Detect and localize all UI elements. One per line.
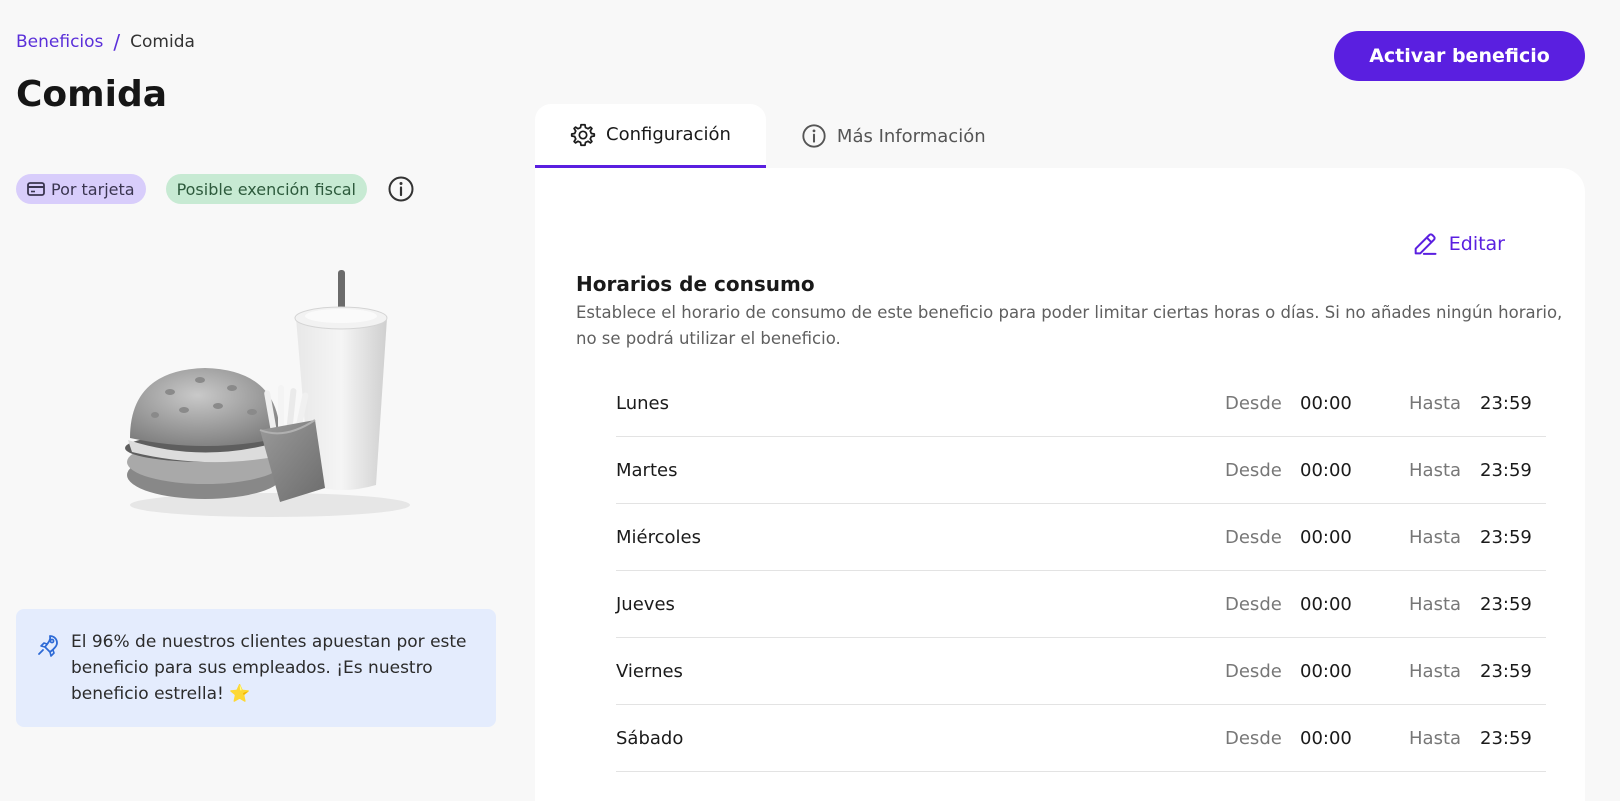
to-label: Hasta: [1409, 392, 1462, 414]
tab-configuracion-label: Configuración: [606, 124, 731, 145]
rocket-icon: [38, 635, 58, 657]
section-title: Horarios de consumo: [576, 272, 815, 296]
tab-mas-informacion[interactable]: Más Información: [766, 104, 1021, 168]
edit-button-label: Editar: [1448, 233, 1505, 255]
from-time: 00:00: [1300, 526, 1352, 548]
to-label: Hasta: [1409, 660, 1462, 682]
from-time: 00:00: [1300, 593, 1352, 615]
food-illustration: [125, 270, 410, 517]
info-icon: [802, 124, 826, 148]
breadcrumb-link-beneficios[interactable]: Beneficios: [16, 32, 103, 52]
from-time: 00:00: [1300, 392, 1352, 414]
tab-configuracion[interactable]: Configuración: [535, 104, 766, 168]
from-time: 00:00: [1300, 727, 1352, 749]
to-time: 23:59: [1480, 593, 1532, 615]
day-label: Martes: [616, 459, 678, 481]
tabs: Configuración Más Información: [535, 104, 1021, 168]
breadcrumb-current: Comida: [130, 32, 195, 52]
from-label: Desde: [1225, 459, 1282, 481]
activate-benefit-button[interactable]: Activar beneficio: [1334, 31, 1585, 81]
configuration-panel: Editar Horarios de consumo Establece el …: [535, 168, 1585, 801]
schedule-list: Lunes Desde 00:00 Hasta 23:59 Martes Des…: [616, 370, 1546, 772]
breadcrumb-separator: /: [113, 30, 121, 54]
breadcrumb: Beneficios / Comida: [16, 30, 195, 54]
day-label: Lunes: [616, 392, 669, 414]
from-label: Desde: [1225, 593, 1282, 615]
pencil-icon: [1414, 233, 1437, 255]
to-label: Hasta: [1409, 727, 1462, 749]
to-time: 23:59: [1480, 459, 1532, 481]
schedule-row: Jueves Desde 00:00 Hasta 23:59: [616, 571, 1546, 638]
schedule-row: Sábado Desde 00:00 Hasta 23:59: [616, 705, 1546, 772]
from-label: Desde: [1225, 392, 1282, 414]
tag-fiscal-label: Posible exención fiscal: [176, 179, 356, 199]
to-time: 23:59: [1480, 526, 1532, 548]
from-label: Desde: [1225, 660, 1282, 682]
from-label: Desde: [1225, 727, 1282, 749]
edit-button[interactable]: Editar: [1411, 230, 1505, 258]
schedule-row: Viernes Desde 00:00 Hasta 23:59: [616, 638, 1546, 705]
tags-row: Por tarjeta Posible exención fiscal: [16, 174, 415, 204]
from-label: Desde: [1225, 526, 1282, 548]
tip-text: El 96% de nuestros clientes apuestan por…: [71, 632, 467, 704]
schedule-row: Lunes Desde 00:00 Hasta 23:59: [616, 370, 1546, 437]
day-label: Sábado: [616, 727, 684, 749]
day-label: Viernes: [616, 660, 683, 682]
to-label: Hasta: [1409, 459, 1462, 481]
tag-card-label: Por tarjeta: [51, 179, 135, 199]
to-label: Hasta: [1409, 526, 1462, 548]
tag-card: Por tarjeta: [16, 174, 146, 204]
section-description: Establece el horario de consumo de este …: [576, 303, 1563, 348]
schedule-row: Miércoles Desde 00:00 Hasta 23:59: [616, 504, 1546, 571]
gear-icon: [570, 123, 596, 146]
tip-box: El 96% de nuestros clientes apuestan por…: [16, 609, 496, 727]
tag-fiscal: Posible exención fiscal: [165, 174, 367, 204]
day-label: Miércoles: [616, 526, 701, 548]
to-label: Hasta: [1409, 593, 1462, 615]
from-time: 00:00: [1300, 459, 1352, 481]
credit-card-icon: [27, 182, 45, 196]
tab-mas-informacion-label: Más Información: [836, 125, 986, 147]
from-time: 00:00: [1300, 660, 1352, 682]
day-label: Jueves: [616, 593, 675, 615]
to-time: 23:59: [1480, 392, 1532, 414]
to-time: 23:59: [1480, 727, 1532, 749]
info-icon: [388, 176, 414, 202]
schedule-row: Martes Desde 00:00 Hasta 23:59: [616, 437, 1546, 504]
to-time: 23:59: [1480, 660, 1532, 682]
page-title: Comida: [16, 74, 168, 115]
tags-info-button[interactable]: [387, 175, 415, 203]
